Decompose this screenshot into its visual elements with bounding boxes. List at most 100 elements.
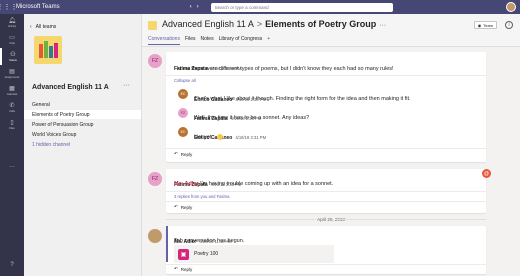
calendar-icon: ▦: [9, 85, 15, 92]
channel-title: Advanced English 11 A > Elements of Poetry…: [162, 19, 386, 29]
thread-card: Fatima Zapata 4/19/18 3:33 PM Ms. Adler I…: [166, 169, 486, 213]
team-logo: [34, 36, 62, 64]
rail-label: Assignments: [4, 75, 20, 79]
teams-sidebar: ‹ All teams Advanced English 11 A ··· Ge…: [24, 14, 142, 276]
message-text: Tab conversation has begun.: [174, 238, 245, 244]
channel-more-icon[interactable]: ···: [379, 22, 386, 29]
history-nav: ‹ ›: [190, 4, 199, 10]
hidden-channels-link[interactable]: 1 hidden channel: [24, 140, 141, 149]
files-icon: ▯: [10, 119, 14, 126]
book-shape: [39, 44, 43, 58]
info-icon[interactable]: i: [505, 21, 513, 29]
add-tab-icon[interactable]: +: [267, 36, 270, 45]
rail-item-teams[interactable]: ⚇ Teams: [0, 48, 24, 65]
message-text-wrap: Ms. Adler I'm having trouble coming up w…: [174, 181, 333, 187]
book-shape: [54, 43, 58, 58]
mention[interactable]: Ms. Adler: [174, 181, 199, 187]
reply-button[interactable]: ↶ Reply: [174, 204, 192, 210]
rail-item-chat[interactable]: ▭ Chat: [0, 31, 24, 48]
book-shape: [44, 41, 48, 58]
tab-card-title: Poetry 100: [194, 251, 219, 257]
conversation-feed: FZ Fatima Zapata 4/19/18 2:29 PM I knew t…: [142, 48, 520, 276]
team-button[interactable]: ◉ Team: [473, 21, 497, 29]
expand-replies-link[interactable]: 3 replies from you and Fatima: [174, 194, 229, 199]
tab-card[interactable]: ▣ Poetry 100: [174, 245, 334, 263]
reply-arrow-icon: ↶: [174, 204, 178, 209]
reply-text: That's what I like about it though. Find…: [194, 96, 411, 102]
date-separator: April 20, 2018: [142, 215, 520, 224]
accent-bar: [166, 226, 168, 262]
channel-elements-of-poetry[interactable]: Elements of Poetry Group: [24, 110, 141, 119]
avatar: EC: [178, 89, 188, 99]
rail-label: Calendar: [6, 92, 18, 96]
divider: [166, 219, 316, 220]
avatar: FZ: [178, 108, 188, 118]
eye-icon: ◉: [477, 22, 482, 28]
channel-general[interactable]: General: [24, 100, 141, 109]
header-channel-name: Elements of Poetry Group: [265, 19, 377, 29]
book-shape: [49, 46, 53, 58]
channel-header: Advanced English 11 A > Elements of Poetry…: [142, 14, 520, 47]
divider: [166, 201, 486, 202]
reply-arrow-icon: ↶: [174, 151, 178, 156]
team-more-icon[interactable]: ···: [123, 82, 130, 89]
channel-main: Advanced English 11 A > Elements of Poetry…: [142, 14, 520, 276]
reply-text-wrap: Not yet...: [194, 134, 224, 141]
more-apps-icon[interactable]: ···: [0, 164, 24, 170]
help-icon[interactable]: ?: [0, 262, 24, 268]
message-text: I knew there were different types of poe…: [174, 66, 394, 72]
reply-text: Not yet...: [194, 134, 217, 141]
rail-item-calls[interactable]: ✆ Calls: [0, 99, 24, 116]
phone-icon: ✆: [9, 102, 15, 109]
tab-notes[interactable]: Notes: [201, 36, 214, 45]
back-label: All teams: [35, 24, 57, 30]
reply-text: Well, this time it has to be a sonnet. A…: [194, 115, 310, 121]
rail-item-assignments[interactable]: ▤ Assignments: [0, 65, 24, 82]
rail-item-activity[interactable]: 🔔︎ Activity: [0, 14, 24, 31]
breadcrumb-separator: >: [256, 19, 263, 29]
rail-label: Teams: [9, 58, 17, 62]
channel-power-of-persuasion[interactable]: Power of Persuasion Group: [24, 120, 141, 129]
assignments-icon: ▤: [9, 68, 15, 75]
rail-label: Files: [9, 126, 15, 130]
rail-item-calendar[interactable]: ▦ Calendar: [0, 82, 24, 99]
team-logo-small: [148, 21, 157, 30]
divider: [166, 75, 486, 76]
avatar: EC: [178, 127, 188, 137]
divider: [166, 148, 486, 149]
forward-arrow-icon[interactable]: ›: [197, 4, 199, 10]
teams-icon: ⚇: [10, 51, 16, 58]
search-input[interactable]: [210, 2, 393, 12]
header-team-name: Advanced English 11 A: [162, 19, 254, 29]
reply-button[interactable]: ↶ Reply: [174, 151, 192, 157]
rail-label: Activity: [7, 24, 17, 28]
reply-button[interactable]: ↶ Reply: [174, 266, 192, 272]
tab-conversations[interactable]: Conversations: [148, 36, 180, 45]
title-bar: ⋮⋮⋮ Microsoft Teams ‹ ›: [0, 0, 520, 14]
rail-label: Chat: [9, 41, 15, 45]
avatar: FZ: [148, 172, 162, 186]
tab-library-of-congress[interactable]: Library of Congress: [219, 36, 263, 45]
app-launcher-icon[interactable]: ⋮⋮⋮: [0, 0, 18, 14]
back-arrow-icon[interactable]: ‹: [190, 4, 192, 10]
rail-item-files[interactable]: ▯ Files: [0, 116, 24, 133]
thread-card: Ms. Adler 4/20/18 11:10 AM Tab conversati…: [166, 226, 486, 274]
profile-avatar[interactable]: [506, 2, 516, 12]
onenote-icon: ▣: [178, 248, 189, 260]
tab-files[interactable]: Files: [185, 36, 196, 45]
reply-label: Reply: [180, 151, 193, 157]
reply-label: Reply: [180, 266, 193, 272]
chat-icon: ▭: [9, 34, 15, 41]
reply-arrow-icon: ↶: [174, 266, 178, 271]
all-teams-link[interactable]: ‹ All teams: [30, 24, 56, 30]
reply-label: Reply: [180, 204, 193, 210]
divider: [166, 191, 486, 192]
collapse-all-link[interactable]: Collapse all: [174, 78, 196, 83]
channel-world-voices[interactable]: World Voices Group: [24, 130, 141, 139]
divider: [166, 264, 486, 265]
team-name: Advanced English 11 A: [32, 84, 109, 91]
avatar: [148, 229, 162, 243]
message-text: I'm having trouble coming up with an ide…: [200, 181, 334, 187]
team-button-label: Team: [483, 22, 493, 28]
mention-alert-icon: @: [482, 169, 491, 178]
